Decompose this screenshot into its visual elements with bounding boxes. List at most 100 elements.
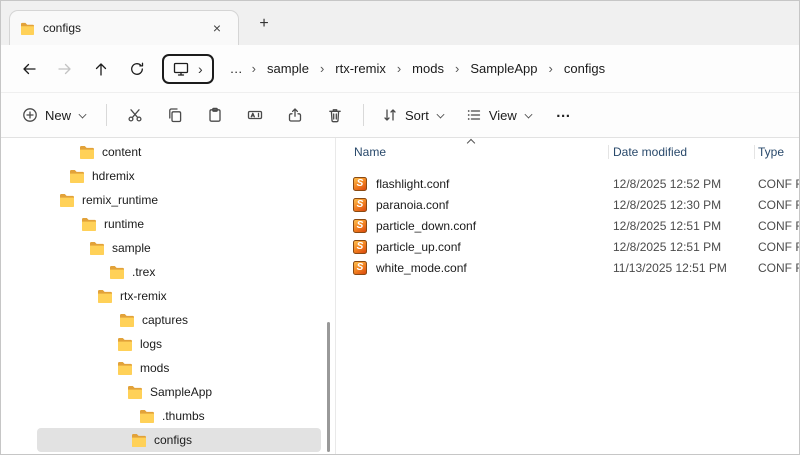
tree-item-label: SampleApp bbox=[150, 385, 212, 399]
file-name: paranoia.conf bbox=[376, 198, 449, 212]
folder-icon bbox=[59, 193, 75, 207]
folder-icon bbox=[139, 409, 155, 423]
tree-scrollbar-thumb[interactable] bbox=[327, 322, 330, 452]
view-list-icon bbox=[466, 107, 482, 123]
monitor-icon bbox=[173, 61, 189, 77]
explorer-tab[interactable]: configs × bbox=[9, 10, 239, 45]
tree-item-label: rtx-remix bbox=[120, 289, 167, 303]
folder-icon bbox=[81, 217, 97, 231]
tree-item-thumbs[interactable]: .thumbs bbox=[37, 404, 321, 428]
breadcrumb-item-configs[interactable]: configs bbox=[555, 56, 614, 81]
address-location-button[interactable]: › bbox=[162, 54, 214, 84]
tree-item-label: hdremix bbox=[92, 169, 135, 183]
conf-file-icon: S bbox=[353, 198, 367, 212]
new-button[interactable]: New bbox=[13, 100, 97, 130]
file-row[interactable]: S flashlight.conf 12/8/2025 12:52 PM CON… bbox=[336, 173, 799, 194]
breadcrumb-chevron-icon[interactable]: › bbox=[318, 61, 326, 76]
column-header-type[interactable]: Type bbox=[754, 145, 799, 159]
folder-tree: content hdremix remix_runtime runtime sa… bbox=[1, 138, 335, 454]
tree-item-label: remix_runtime bbox=[82, 193, 158, 207]
tree-item-trex[interactable]: .trex bbox=[37, 260, 321, 284]
file-list: Name Date modified Type S flashlight.con… bbox=[336, 138, 799, 454]
file-date-modified: 11/13/2025 12:51 PM bbox=[608, 261, 754, 275]
breadcrumb-item-sample[interactable]: sample bbox=[258, 56, 318, 81]
tree-item-label: runtime bbox=[104, 217, 144, 231]
tab-title: configs bbox=[43, 21, 198, 35]
new-tab-button[interactable]: + bbox=[251, 11, 277, 37]
breadcrumb-chevron-icon[interactable]: › bbox=[547, 61, 555, 76]
tree-item-content[interactable]: content bbox=[37, 140, 321, 164]
file-name: particle_up.conf bbox=[376, 240, 461, 254]
file-rows: S flashlight.conf 12/8/2025 12:52 PM CON… bbox=[336, 173, 799, 278]
column-divider[interactable] bbox=[754, 145, 755, 159]
conf-file-icon: S bbox=[353, 240, 367, 254]
share-button[interactable] bbox=[276, 98, 314, 132]
view-button[interactable]: View bbox=[457, 100, 543, 130]
tab-close-icon[interactable]: × bbox=[206, 17, 228, 39]
more-options-button[interactable]: … bbox=[545, 98, 583, 132]
column-header-name[interactable]: Name bbox=[336, 145, 608, 159]
toolbar-divider bbox=[106, 104, 107, 126]
file-date-modified: 12/8/2025 12:51 PM bbox=[608, 219, 754, 233]
breadcrumb-chevron-icon[interactable]: › bbox=[395, 61, 403, 76]
tree-item-hdremix[interactable]: hdremix bbox=[37, 164, 321, 188]
breadcrumb-item-sampleapp[interactable]: SampleApp bbox=[461, 56, 546, 81]
column-header-date-modified[interactable]: Date modified bbox=[608, 145, 754, 159]
column-header-row: Name Date modified Type bbox=[336, 140, 799, 164]
breadcrumb-item-rtx-remix[interactable]: rtx-remix bbox=[326, 56, 395, 81]
file-row[interactable]: S particle_down.conf 12/8/2025 12:51 PM … bbox=[336, 215, 799, 236]
chevron-right-icon[interactable]: › bbox=[198, 62, 203, 76]
tree-item-configs[interactable]: configs bbox=[37, 428, 321, 452]
new-button-label: New bbox=[45, 108, 71, 123]
paste-button[interactable] bbox=[196, 98, 234, 132]
view-button-label: View bbox=[489, 108, 517, 123]
tree-item-captures[interactable]: captures bbox=[37, 308, 321, 332]
file-type: CONF File bbox=[754, 240, 799, 254]
tree-item-logs[interactable]: logs bbox=[37, 332, 321, 356]
rename-button[interactable] bbox=[236, 98, 274, 132]
breadcrumb-chevron-icon[interactable]: › bbox=[453, 61, 461, 76]
ellipsis-icon: … bbox=[556, 104, 573, 127]
tree-item-remix-runtime[interactable]: remix_runtime bbox=[37, 188, 321, 212]
column-divider[interactable] bbox=[608, 145, 609, 159]
tree-item-sample[interactable]: sample bbox=[37, 236, 321, 260]
tree-item-label: sample bbox=[112, 241, 151, 255]
folder-icon bbox=[79, 145, 95, 159]
cut-button[interactable] bbox=[116, 98, 154, 132]
navigation-bar: › … › sample › rtx-remix › mods › Sample… bbox=[1, 45, 799, 93]
tree-item-label: .thumbs bbox=[162, 409, 205, 423]
back-button[interactable] bbox=[11, 52, 47, 86]
sort-button[interactable]: Sort bbox=[373, 100, 455, 130]
file-name: particle_down.conf bbox=[376, 219, 476, 233]
file-type: CONF File bbox=[754, 177, 799, 191]
refresh-button[interactable] bbox=[119, 52, 155, 86]
file-date-modified: 12/8/2025 12:30 PM bbox=[608, 198, 754, 212]
forward-button[interactable] bbox=[47, 52, 83, 86]
breadcrumb-chevron-icon[interactable]: › bbox=[250, 61, 258, 76]
file-row[interactable]: S white_mode.conf 11/13/2025 12:51 PM CO… bbox=[336, 257, 799, 278]
folder-icon bbox=[89, 241, 105, 255]
breadcrumb-item-mods[interactable]: mods bbox=[403, 56, 453, 81]
tree-item-sampleapp[interactable]: SampleApp bbox=[37, 380, 321, 404]
conf-file-icon: S bbox=[353, 261, 367, 275]
tree-item-mods[interactable]: mods bbox=[37, 356, 321, 380]
breadcrumb-overflow-button[interactable]: … bbox=[223, 56, 250, 81]
tab-strip: configs × + bbox=[1, 1, 799, 45]
tree-item-label: content bbox=[102, 145, 141, 159]
folder-icon bbox=[117, 361, 133, 375]
folder-icon bbox=[97, 289, 113, 303]
file-row[interactable]: S particle_up.conf 12/8/2025 12:51 PM CO… bbox=[336, 236, 799, 257]
up-button[interactable] bbox=[83, 52, 119, 86]
file-row[interactable]: S paranoia.conf 12/8/2025 12:30 PM CONF … bbox=[336, 194, 799, 215]
tree-item-rtx-remix[interactable]: rtx-remix bbox=[37, 284, 321, 308]
folder-icon bbox=[119, 313, 135, 327]
delete-button[interactable] bbox=[316, 98, 354, 132]
tree-item-runtime[interactable]: runtime bbox=[37, 212, 321, 236]
conf-file-icon: S bbox=[353, 219, 367, 233]
folder-icon bbox=[117, 337, 133, 351]
breadcrumb: … › sample › rtx-remix › mods › SampleAp… bbox=[223, 56, 614, 81]
copy-button[interactable] bbox=[156, 98, 194, 132]
sort-arrows-icon bbox=[382, 107, 398, 123]
tree-item-label: mods bbox=[140, 361, 169, 375]
tree-item-label: captures bbox=[142, 313, 188, 327]
